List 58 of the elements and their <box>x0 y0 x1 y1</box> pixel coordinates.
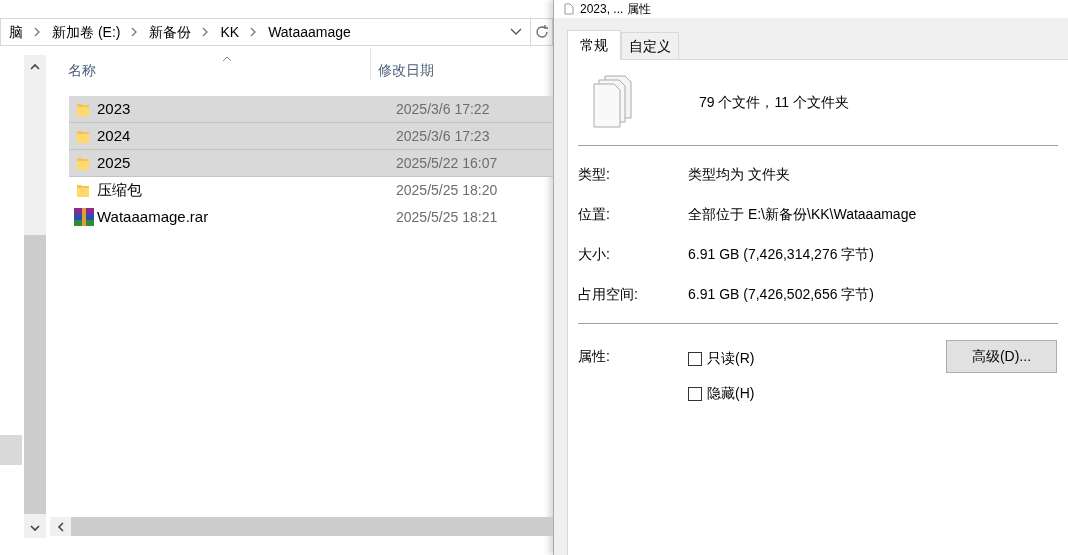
field-label: 属性: <box>578 347 611 366</box>
checkbox-label[interactable]: 隐藏(H) <box>707 383 755 404</box>
document-icon <box>564 3 574 15</box>
refresh-icon[interactable] <box>533 24 550 40</box>
folder-icon <box>76 128 90 144</box>
file-row[interactable]: 压缩包 2025/5/25 18:20 <box>69 177 553 204</box>
field-label: 占用空间: <box>578 284 639 304</box>
modified-date: 2025/5/22 16:07 <box>396 153 498 173</box>
column-header[interactable]: 修改日期 <box>371 60 434 81</box>
scroll-left-button[interactable] <box>50 517 71 536</box>
field-value: 6.91 GB (7,426,314,276 字节) <box>688 244 874 264</box>
summary-text: 79 个文件，11 个文件夹 <box>699 92 849 112</box>
scrollbar-thumb[interactable] <box>71 517 553 536</box>
file-row[interactable]: Wataaamage.rar 2025/5/25 18:21 <box>69 204 553 231</box>
scrollbar-thumb[interactable] <box>24 235 46 514</box>
multiple-files-icon <box>593 75 633 129</box>
chevron-right-icon <box>202 27 210 37</box>
dropdown-caret-icon[interactable] <box>510 28 522 36</box>
chevron-right-icon <box>131 27 139 37</box>
chevron-right-icon <box>34 27 41 37</box>
modified-date: 2025/3/6 17:22 <box>396 99 490 119</box>
breadcrumb-item[interactable]: KK <box>220 21 240 43</box>
file-row[interactable]: 2024 2025/3/6 17:23 <box>69 123 553 150</box>
file-name: 压缩包 <box>97 179 143 200</box>
tab[interactable]: 自定义 <box>621 32 679 59</box>
archive-icon <box>74 208 94 226</box>
file-row[interactable]: 2025 2025/5/22 16:07 <box>69 150 553 177</box>
breadcrumb-item[interactable]: 脑 <box>9 21 23 43</box>
breadcrumb-item[interactable]: 新加卷 (E:) <box>52 21 121 43</box>
breadcrumb-item[interactable]: Wataaamage <box>268 21 351 43</box>
modified-date: 2025/3/6 17:23 <box>396 126 490 146</box>
folder-icon <box>76 182 90 198</box>
tab[interactable]: 常规 <box>567 30 621 60</box>
folder-icon <box>76 101 90 117</box>
address-bar[interactable]: 脑 新加卷 (E:) 新备份 KK Wataaamage <box>0 18 553 46</box>
folder-icon <box>76 155 90 171</box>
sort-caret-icon <box>222 56 232 62</box>
file-name: 2024 <box>97 125 132 146</box>
field-value: 类型均为 文件夹 <box>688 164 790 184</box>
column-header[interactable]: 名称 <box>50 60 370 81</box>
advanced-button[interactable]: 高级(D)... <box>946 340 1057 373</box>
file-row[interactable]: 2023 2025/3/6 17:22 <box>69 96 553 123</box>
chevron-right-icon <box>250 27 258 37</box>
modified-date: 2025/5/25 18:20 <box>396 180 498 200</box>
field-label: 类型: <box>578 164 611 184</box>
checkbox[interactable] <box>688 386 702 401</box>
field-value: 6.91 GB (7,426,502,656 字节) <box>688 284 874 304</box>
modified-date: 2025/5/25 18:21 <box>396 207 498 227</box>
field-label: 大小: <box>578 244 611 264</box>
breadcrumb-item[interactable]: 新备份 <box>149 21 192 43</box>
file-name: 2023 <box>97 98 132 119</box>
file-name: 2025 <box>97 152 132 173</box>
checkbox-label[interactable]: 只读(R) <box>707 348 755 369</box>
checkbox[interactable] <box>688 351 702 366</box>
field-label: 位置: <box>578 204 611 224</box>
window-title: 2023, ... 属性 <box>580 2 651 16</box>
file-name: Wataaamage.rar <box>97 206 210 227</box>
field-value: 全部位于 E:\新备份\KK\Wataaamage <box>688 204 917 224</box>
